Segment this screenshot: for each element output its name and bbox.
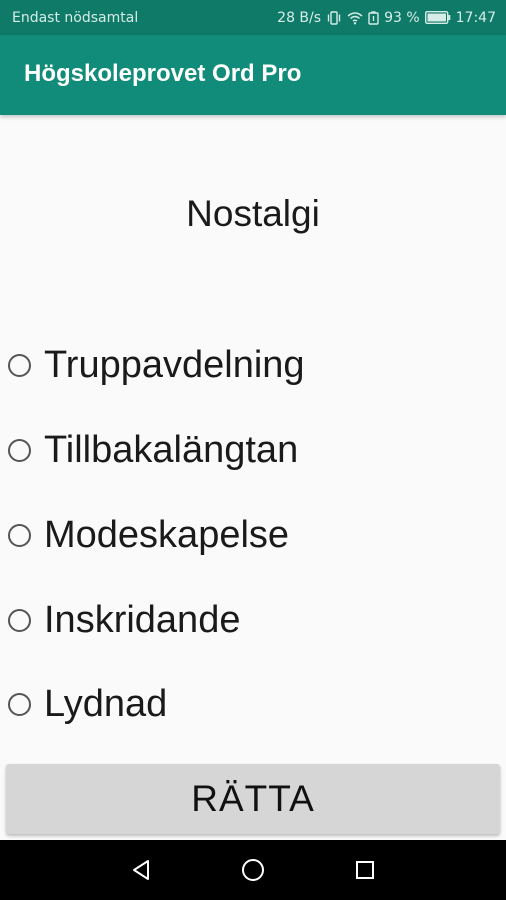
vibrate-icon <box>326 10 342 25</box>
answer-label: Inskridande <box>44 598 241 641</box>
answer-option-2[interactable]: Tillbakalängtan <box>8 420 298 480</box>
back-icon[interactable] <box>125 854 157 886</box>
radio-button[interactable] <box>8 438 31 462</box>
network-speed: 28 B/s <box>277 9 322 26</box>
app-title: Högskoleprovet Ord Pro <box>24 59 302 87</box>
battery-percent: 93 % <box>384 9 420 26</box>
navigation-bar <box>0 840 506 900</box>
status-bar: Endast nödsamtal 28 B/s 93 % 17:47 <box>0 0 506 35</box>
answer-option-4[interactable]: Inskridande <box>8 590 240 650</box>
recents-icon[interactable] <box>349 854 381 886</box>
battery-icon <box>424 11 451 24</box>
quiz-word: Nostalgi <box>186 193 320 234</box>
quiz-content: Nostalgi Truppavdelning Tillbakalängtan … <box>0 115 506 840</box>
radio-button[interactable] <box>8 608 31 632</box>
status-indicators: 28 B/s 93 % 17:47 <box>277 10 496 26</box>
radio-button[interactable] <box>8 523 31 547</box>
wifi-icon <box>347 11 363 25</box>
answer-option-5[interactable]: Lydnad <box>8 674 167 734</box>
carrier-text: Endast nödsamtal <box>12 9 139 26</box>
answer-label: Truppavdelning <box>44 343 305 386</box>
answer-option-1[interactable]: Truppavdelning <box>8 335 305 395</box>
battery-saver-icon <box>368 10 379 25</box>
radio-button[interactable] <box>8 692 31 716</box>
app-bar: Högskoleprovet Ord Pro <box>0 35 506 115</box>
home-icon[interactable] <box>237 854 269 886</box>
answer-label: Tillbakalängtan <box>44 428 299 471</box>
clock: 17:47 <box>455 9 496 26</box>
answer-label: Lydnad <box>44 682 168 725</box>
check-answer-button[interactable]: RÄTTA <box>6 764 500 834</box>
radio-button[interactable] <box>8 353 31 377</box>
answer-label: Modeskapelse <box>44 513 290 556</box>
answer-option-3[interactable]: Modeskapelse <box>8 505 289 565</box>
